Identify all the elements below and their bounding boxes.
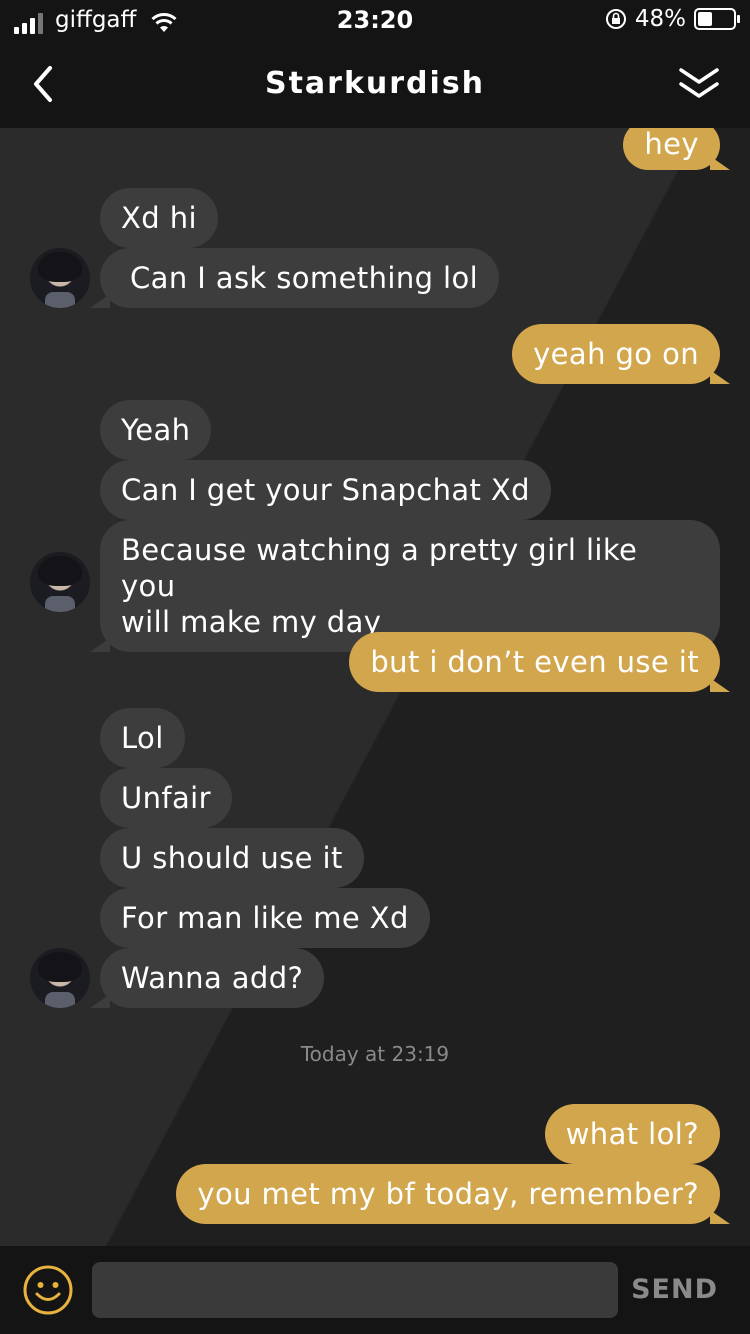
battery-fill: [698, 12, 712, 26]
status-bar: giffgaff 23:20 48%: [0, 0, 750, 40]
message-outgoing[interactable]: but i don’t even use it: [349, 632, 730, 692]
message-composer: SEND: [0, 1246, 750, 1334]
message-input[interactable]: [92, 1262, 618, 1318]
message-outgoing[interactable]: you met my bf today, remember?: [176, 1164, 730, 1224]
message-incoming[interactable]: For man like me Xd: [100, 888, 430, 948]
message-outgoing[interactable]: what lol?: [544, 1104, 720, 1164]
message-incoming[interactable]: Can I get your Snapchat Xd: [100, 460, 551, 520]
message-list[interactable]: hey Xd hi Can I ask something lol yeah g…: [0, 120, 750, 1246]
avatar[interactable]: [30, 948, 90, 1008]
message-line: Because watching a pretty girl like you: [121, 533, 638, 603]
message-outgoing[interactable]: yeah go on: [512, 324, 730, 384]
smiley-icon[interactable]: [22, 1264, 74, 1316]
message-incoming[interactable]: Yeah: [100, 400, 212, 460]
avatar[interactable]: [30, 248, 90, 308]
message-incoming[interactable]: Can I ask something lol: [89, 248, 500, 308]
avatar[interactable]: [30, 552, 90, 612]
send-button[interactable]: SEND: [631, 1274, 718, 1305]
message-incoming[interactable]: Xd hi: [100, 188, 218, 248]
battery-icon: [694, 8, 740, 30]
chat-header: Starkurdish: [0, 40, 750, 128]
message-timestamp: Today at 23:19: [300, 1042, 450, 1066]
message-incoming[interactable]: Wanna add?: [89, 948, 325, 1008]
battery-percent: 48%: [634, 6, 686, 32]
conversation-title: Starkurdish: [264, 66, 486, 101]
double-chevron-down-icon[interactable]: [676, 60, 722, 106]
message-incoming[interactable]: Lol: [100, 708, 185, 768]
message-incoming[interactable]: U should use it: [100, 828, 364, 888]
status-right: 48%: [605, 6, 740, 32]
orientation-lock-icon: [605, 9, 626, 29]
message-incoming[interactable]: Unfair: [100, 768, 232, 828]
